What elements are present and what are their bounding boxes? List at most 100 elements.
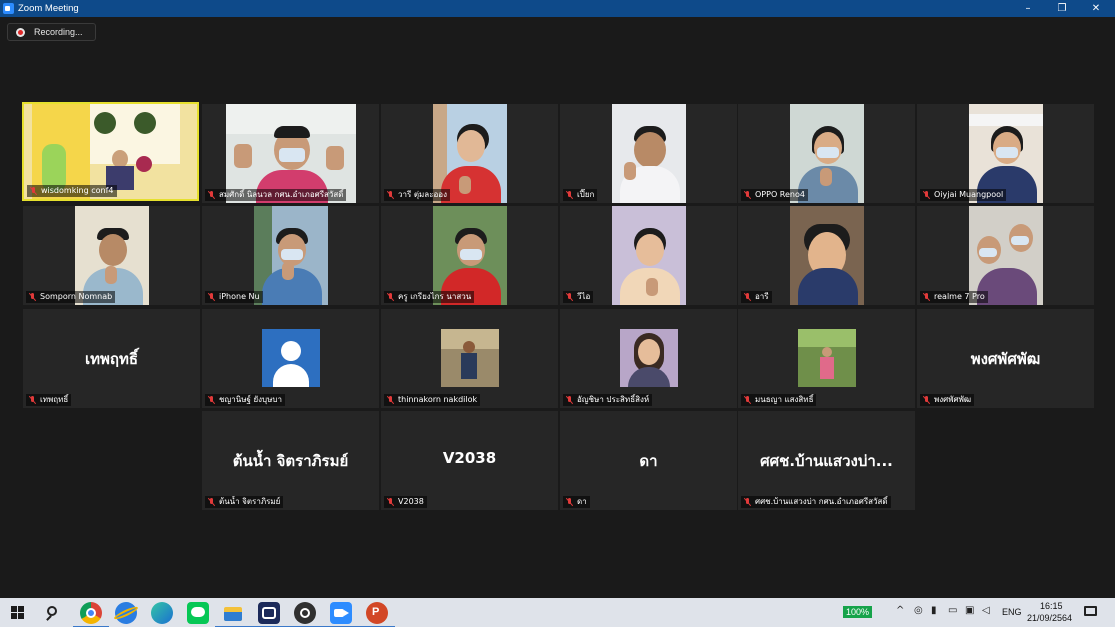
mic-muted-icon [29,396,37,404]
title-bar: Zoom Meeting – ❐ ✕ [0,0,1115,17]
participant-name: เปี๊ยก [577,190,595,199]
participant-name-label: พงศพัศพัฒ [920,394,975,406]
mic-muted-icon [744,293,752,301]
participant-name-label: ชญานิษฐ์ ยังบุษบา [205,394,285,406]
participant-tile[interactable]: ชญานิษฐ์ ยังบุษบา [202,309,379,408]
microphone-icon[interactable]: ▮ [931,605,937,616]
participant-tile[interactable]: เทพฤทธิ์ เทพฤทธิ์ [23,309,200,408]
zoom-app-icon [3,3,14,14]
restore-button[interactable]: ❐ [1045,0,1079,17]
edge-icon[interactable] [151,602,173,624]
participant-tile[interactable]: มนธญา แสงสิทธิ์ [738,309,915,408]
record-icon [16,28,25,37]
participant-name-label: เปี๊ยก [563,189,598,201]
participant-display-name: ศศช.บ้านแสวงบ่า... [760,452,893,470]
profile-photo [440,329,499,387]
participant-tile[interactable]: อารี [738,206,915,305]
powerpoint-icon[interactable]: P [359,602,395,627]
windows-start-icon[interactable] [11,606,24,619]
meeting-area: Recording... wisdomking conf4 สมศักดิ์ น… [0,17,1115,598]
mic-muted-icon [208,191,216,199]
close-button[interactable]: ✕ [1079,0,1113,17]
mic-muted-icon [387,191,395,199]
participant-display-name: เทพฤทธิ์ [84,350,139,368]
participant-name: อารี [755,292,769,301]
participant-tile[interactable]: พงศพัศพัฒ พงศพัศพัฒ [917,309,1094,408]
participant-name-label: realme 7 Pro [920,291,988,303]
participant-tile[interactable]: V2038 V2038 [381,411,558,510]
participant-name: สมศักดิ์ นิลนวล กศน.อำเภอศรีสวัสดิ์ [219,190,344,199]
battery-icon[interactable]: ▭ [948,605,957,616]
w-app-icon[interactable] [251,602,287,627]
line-icon[interactable] [187,602,209,624]
participant-name-label: thinnakorn nakdilok [384,394,481,406]
file-explorer-icon[interactable] [215,602,251,627]
participant-name-label: เทพฤทธิ์ [26,394,72,406]
mic-muted-icon [566,498,574,506]
mic-muted-icon [387,498,395,506]
participant-tile[interactable]: สมศักดิ์ นิลนวล กศน.อำเภอศรีสวัสดิ์ [202,104,379,203]
participant-name-label: ต้นน้ำ จิตราภิรมย์ [205,496,284,508]
participant-tile[interactable]: ดา ดา [560,411,737,510]
participant-name: วารี ตุ่มละออง [398,190,448,199]
obs-icon[interactable] [287,602,323,627]
participant-name: OPPO Reno4 [755,190,805,199]
network-icon[interactable]: ▣ [965,605,974,616]
participant-tile[interactable]: วีไอ [560,206,737,305]
participant-tile[interactable]: thinnakorn nakdilok [381,309,558,408]
mic-muted-icon [744,498,752,506]
profile-photo [797,329,856,387]
chrome-icon[interactable] [73,602,109,627]
mic-muted-icon [566,396,574,404]
participant-name-label: วารี ตุ่มละออง [384,189,451,201]
video-feed [253,206,328,305]
battery-percentage[interactable]: 100% [843,606,873,618]
participant-name-label: อัญชิษา ประสิทธิ์สิงห์ [563,394,653,406]
camera-icon[interactable]: ◎ [914,605,923,616]
window-title: Zoom Meeting [18,3,79,14]
participant-name: ครู เกรียงไกร นาสวน [398,292,472,301]
mic-muted-icon [923,396,931,404]
participant-tile[interactable]: อัญชิษา ประสิทธิ์สิงห์ [560,309,737,408]
participant-tile[interactable]: ศศช.บ้านแสวงบ่า... ศศช.บ้านแสวงบ่า กศน.อ… [738,411,915,510]
clock-date[interactable]: 21/09/2564 [1027,613,1072,623]
video-feed [611,104,686,203]
recording-indicator[interactable]: Recording... [7,23,96,41]
mic-muted-icon [387,396,395,404]
notification-icon[interactable] [1083,605,1099,621]
participant-name-label: Somporn Nomnab [26,291,116,303]
mic-muted-icon [744,191,752,199]
mic-muted-icon [208,293,216,301]
search-icon[interactable] [42,602,64,624]
internet-explorer-icon[interactable] [112,602,140,624]
volume-icon[interactable]: ◁ [982,605,990,616]
participant-name: wisdomking conf4 [41,186,114,195]
participant-tile[interactable]: Oiyjai Muangpool [917,104,1094,203]
participant-tile[interactable]: Somporn Nomnab [23,206,200,305]
participant-tile[interactable]: realme 7 Pro [917,206,1094,305]
mic-muted-icon [923,293,931,301]
mic-muted-icon [566,293,574,301]
participant-tile[interactable]: เปี๊ยก [560,104,737,203]
taskbar: P 100% ^ ◎ ▮ ▭ ▣ ◁ ENG 16:15 21/09/2564 [0,598,1115,627]
participant-tile[interactable]: OPPO Reno4 [738,104,915,203]
participant-tile[interactable]: ต้นน้ำ จิตราภิรมย์ ต้นน้ำ จิตราภิรมย์ [202,411,379,510]
participant-tile[interactable]: วารี ตุ่มละออง [381,104,558,203]
participant-name-label: ศศช.บ้านแสวงบ่า กศน.อำเภอศรีสวัสดิ์ [741,496,891,508]
participant-name: Oiyjai Muangpool [934,190,1004,199]
participant-name: วีไอ [577,292,591,301]
chevron-up-icon[interactable]: ^ [896,605,904,616]
participant-tile[interactable]: iPhone Nu [202,206,379,305]
zoom-icon[interactable] [323,602,359,627]
mic-muted-icon [208,396,216,404]
language-indicator[interactable]: ENG [1002,607,1022,617]
participant-name: มนธญา แสงสิทธิ์ [755,395,814,404]
participant-name: อัญชิษา ประสิทธิ์สิงห์ [577,395,650,404]
participant-name: ชญานิษฐ์ ยังบุษบา [219,395,282,404]
participant-tile[interactable]: wisdomking conf4 [22,102,199,201]
participant-name-label: iPhone Nu [205,291,263,303]
participant-tile[interactable]: ครู เกรียงไกร นาสวน [381,206,558,305]
clock-time[interactable]: 16:15 [1040,601,1063,611]
minimize-button[interactable]: – [1011,0,1045,17]
mic-muted-icon [744,396,752,404]
